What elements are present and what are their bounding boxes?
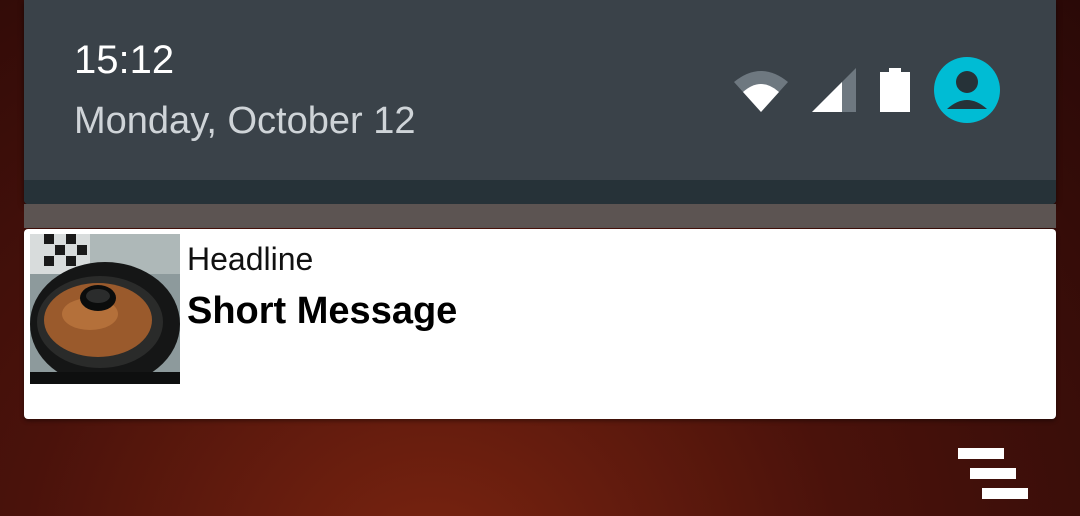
- notification-card[interactable]: Headline Short Message: [24, 229, 1056, 419]
- wifi-icon[interactable]: [734, 68, 788, 112]
- date-label[interactable]: Monday, October 12: [74, 100, 415, 143]
- clear-all-icon[interactable]: [958, 448, 1030, 500]
- battery-icon[interactable]: [880, 68, 910, 112]
- shade-shadow-area: [24, 204, 1056, 228]
- notification-message: Short Message: [187, 290, 458, 332]
- cell-signal-icon[interactable]: [812, 68, 856, 112]
- status-icons: [734, 56, 1000, 124]
- account-icon[interactable]: [934, 57, 1000, 123]
- clock-time: 15:12: [74, 38, 175, 82]
- notification-thumbnail: [30, 234, 180, 384]
- shade-bottom-strip: [24, 180, 1056, 204]
- quick-settings-panel[interactable]: 15:12 Monday, October 12: [24, 0, 1056, 204]
- notification-headline: Headline: [187, 241, 314, 277]
